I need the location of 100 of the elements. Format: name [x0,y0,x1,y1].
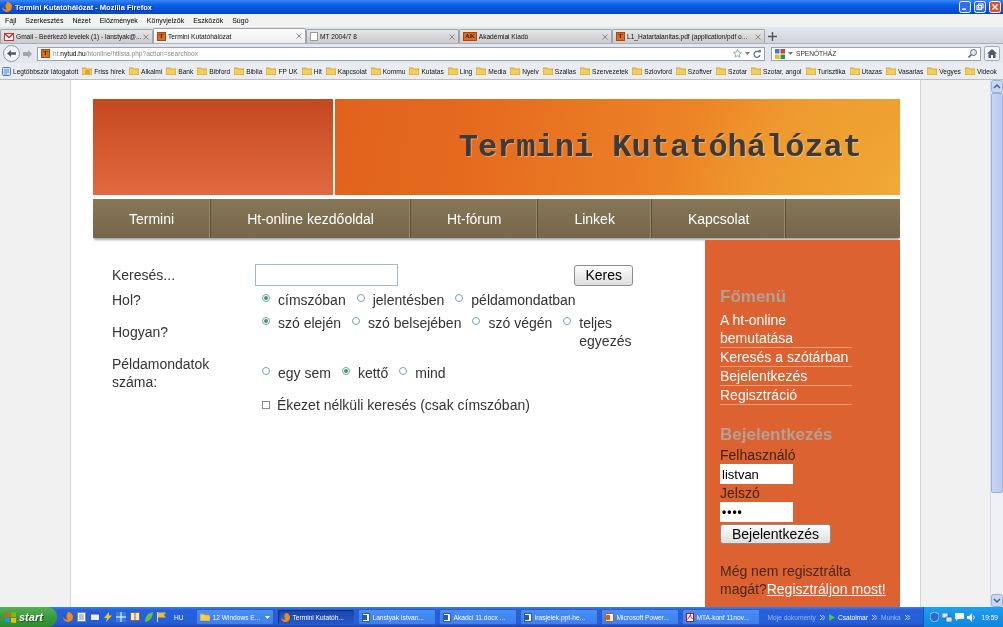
sidebar-link[interactable]: Bejelentkezés [720,367,852,386]
chevron-icon[interactable] [904,614,910,620]
field-label: Jelszó [720,484,761,502]
radio-button[interactable] [341,367,350,375]
globe-icon [280,612,290,622]
username-field[interactable]: listvan [720,464,793,484]
forward-icon[interactable] [23,49,32,58]
radio-button[interactable] [352,317,361,325]
folder-icon [234,67,245,75]
folder-icon [370,67,381,75]
close-icon[interactable] [143,33,150,40]
register-prompt: Még nem regisztrálta magát?Regisztráljon most! [720,562,887,598]
close-icon[interactable] [602,33,608,40]
folder-icon [805,67,816,75]
chevron-icon[interactable] [871,614,877,620]
field-label: Keresés... [112,266,177,284]
maximize-icon[interactable] [974,1,986,13]
radio-button[interactable] [563,317,572,325]
chat-icon[interactable] [955,613,965,621]
globe-icon[interactable] [63,612,73,622]
star-icon[interactable] [733,49,742,58]
caret-icon[interactable] [745,52,750,55]
close-icon[interactable] [296,33,302,39]
radio-button[interactable] [455,294,464,302]
scroll-up-icon[interactable] [991,80,1003,93]
document-icon [523,612,532,622]
shield-icon[interactable] [930,612,940,622]
search-engine-icon [775,48,785,59]
sidebar-link[interactable]: Keresés a szótárban [720,348,852,367]
field-label: Hol? [112,291,142,309]
sidebar-link[interactable]: Regisztráció [720,386,852,405]
site-title: Termini Kutatóhálózat [458,128,862,166]
folder-icon [301,67,312,75]
caret-icon [264,615,270,619]
book-icon[interactable] [130,612,140,621]
globe-icon [2,2,12,12]
lightning-icon[interactable] [104,612,112,622]
scroll-down-icon[interactable] [991,594,1003,607]
leaf-icon[interactable] [144,612,153,622]
sidebar-link[interactable]: A ht-online bemutatása [720,311,852,348]
option-label[interactable]: kettő [357,364,389,382]
folder-icon [632,67,643,75]
option-label[interactable]: jelentésben [372,291,445,309]
search-button[interactable]: Keres [574,264,633,286]
radio-button[interactable] [356,294,365,302]
close-icon[interactable] [755,33,761,40]
folder-icon [510,67,521,75]
nav-link[interactable]: Ht-fórum [411,199,539,238]
option-label[interactable]: teljes egyezés [579,314,633,350]
radio-button[interactable] [262,317,270,325]
radio-button[interactable] [262,367,270,375]
folder-icon [199,613,210,621]
option-label[interactable]: mind [415,364,446,382]
search-input[interactable] [255,264,398,286]
flag-icon[interactable] [157,612,166,622]
search-icon[interactable] [968,49,977,58]
option-label[interactable]: Ékezet nélküli keresés (csak címszóban) [277,396,530,414]
checkbox[interactable] [262,401,270,409]
caret-icon[interactable] [788,52,793,55]
option-label[interactable]: egy sem [278,364,331,382]
option-label[interactable]: példamondatban [471,291,576,309]
document-icon[interactable] [77,612,86,622]
home-icon[interactable] [984,46,1000,61]
option-label[interactable]: szó belsejében [368,314,462,332]
nav-link[interactable]: Kapcsolat [651,199,787,238]
chevron-icon[interactable] [819,614,825,620]
password-field[interactable]: •••• [720,502,793,522]
back-icon[interactable] [3,45,20,62]
folder-icon [675,67,686,75]
window-icon[interactable] [90,612,100,621]
reload-icon[interactable] [753,49,761,58]
radio-button[interactable] [262,294,270,302]
folder-icon [927,67,938,75]
speaker-icon[interactable] [967,612,977,622]
nav-link[interactable]: Termini [93,199,212,238]
grid-icon[interactable] [116,612,126,622]
start-button[interactable]: start [0,607,57,627]
folder-icon [886,67,897,75]
scrollbar-thumb[interactable] [991,93,1003,493]
option-label[interactable]: címszóban [278,291,346,309]
folder-icon [716,67,726,75]
network-icon[interactable] [942,612,953,622]
folder-icon [129,67,140,75]
nav-link[interactable]: Ht-online kezdőoldal [211,199,411,238]
radio-button[interactable] [472,317,481,325]
scrollbar[interactable] [990,80,1003,607]
option-label[interactable]: szó elején [278,314,342,332]
minimize-icon[interactable] [959,1,971,13]
folder-icon [476,67,487,75]
field-label: Hogyan? [112,323,170,341]
folder-icon [197,67,208,75]
nav-link[interactable]: Linkek [538,199,652,238]
radio-button[interactable] [399,367,408,375]
folder-icon [580,67,590,75]
close-icon[interactable] [449,33,455,40]
option-label[interactable]: szó végén [488,314,553,332]
plus-icon[interactable] [768,32,777,41]
presentation-icon [604,612,614,622]
login-button[interactable]: Bejelentkezés [720,524,831,544]
register-link[interactable]: Regisztráljon most! [766,581,886,597]
